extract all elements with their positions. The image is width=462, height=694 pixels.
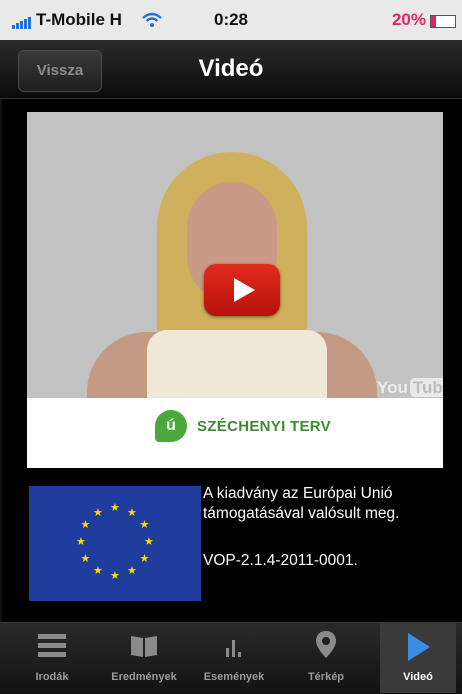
eu-star-icon: ★	[139, 519, 150, 531]
play-button[interactable]	[204, 264, 280, 316]
eu-star-icon: ★	[127, 506, 137, 519]
eu-star-icon: ★	[80, 519, 91, 531]
book-icon	[131, 636, 157, 657]
szechenyi-logo-icon: ú	[155, 410, 187, 442]
page-title: Videó	[198, 55, 264, 82]
tab-label: Térkép	[307, 671, 345, 683]
video-player[interactable]: YouTube ú SZÉCHENYI TERV	[27, 112, 443, 468]
youtube-logo: YouTube	[377, 378, 443, 398]
tab-terkep[interactable]: Térkép	[288, 622, 364, 693]
tab-eredmenyek[interactable]: Eredmények	[106, 622, 182, 693]
status-bar: T-Mobile H 0:28 20%	[0, 0, 462, 40]
project-code: VOP-2.1.4-2011-0001.	[203, 552, 358, 569]
tab-esemenyek[interactable]: Események	[196, 622, 272, 693]
eu-star-icon: ★	[139, 553, 150, 565]
szechenyi-logo-text: SZÉCHENYI TERV	[197, 418, 331, 435]
eu-star-icon: ★	[93, 565, 103, 578]
bar-chart-icon	[226, 640, 241, 657]
tab-video[interactable]: Videó	[380, 622, 456, 693]
eu-star-icon: ★	[80, 553, 91, 565]
tab-label: Videó	[403, 671, 433, 683]
battery-percentage: 20%	[391, 10, 426, 29]
eu-star-icon: ★	[127, 565, 137, 578]
eu-star-icon: ★	[76, 536, 86, 548]
tab-label: Irodák	[35, 671, 69, 683]
youtube-logo-tube: Tube	[409, 378, 443, 397]
eu-star-icon: ★	[110, 502, 120, 514]
szechenyi-banner: ú SZÉCHENYI TERV	[27, 398, 443, 468]
map-pin-icon	[316, 631, 336, 658]
tab-irodak[interactable]: Irodák	[14, 622, 90, 693]
eu-star-icon: ★	[144, 536, 154, 548]
play-icon	[234, 278, 255, 302]
youtube-logo-you: You	[377, 378, 408, 397]
eu-flag: ★ ★ ★ ★ ★ ★ ★ ★ ★ ★ ★ ★	[29, 486, 201, 601]
list-icon	[38, 634, 66, 657]
eu-star-icon: ★	[93, 506, 103, 519]
tab-label: Események	[203, 671, 265, 683]
tab-label: Eredmények	[111, 671, 177, 683]
video-thumbnail-top	[147, 330, 327, 400]
battery-icon	[430, 15, 456, 28]
play-icon	[408, 633, 430, 661]
eu-support-notice: A kiadvány az Európai Unió támogatásával…	[203, 485, 400, 522]
eu-star-icon: ★	[110, 570, 120, 582]
